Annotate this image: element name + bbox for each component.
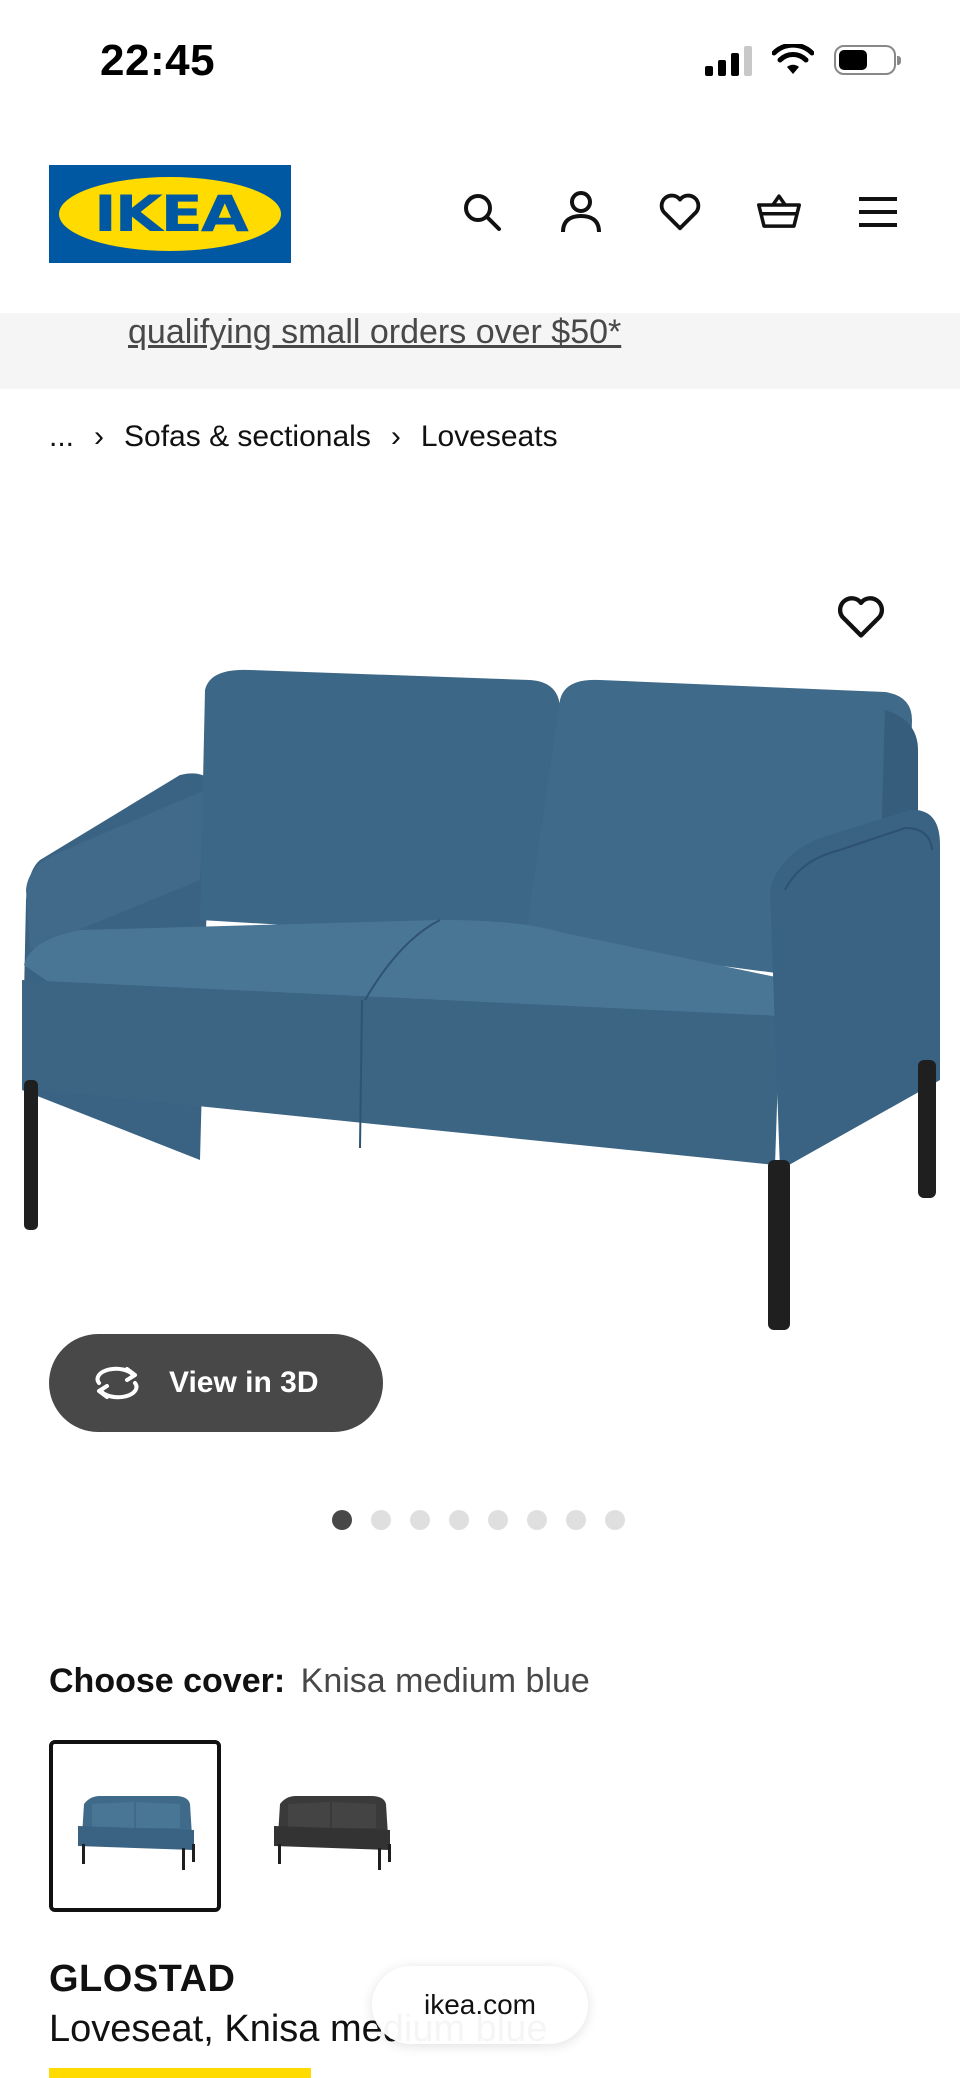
status-time: 22:45 xyxy=(100,36,216,85)
cover-swatches xyxy=(49,1740,417,1912)
promo-link[interactable]: qualifying small orders over $50* xyxy=(128,313,621,352)
choose-cover-line: Choose cover: Knisa medium blue xyxy=(49,1662,590,1701)
rotate-3d-icon xyxy=(95,1366,139,1400)
battery-icon xyxy=(834,45,901,75)
product-name: GLOSTAD xyxy=(49,1958,236,2000)
breadcrumb: ... › Sofas & sectionals › Loveseats xyxy=(49,420,558,454)
chevron-right-icon: › xyxy=(94,420,105,453)
promo-banner: qualifying small orders over $50* xyxy=(0,313,960,389)
carousel-dot[interactable] xyxy=(371,1510,391,1530)
header-actions xyxy=(460,190,900,234)
carousel-dot[interactable] xyxy=(410,1510,430,1530)
view-in-3d-label: View in 3D xyxy=(169,1366,319,1399)
status-icons xyxy=(705,44,901,76)
status-bar: 22:45 xyxy=(0,0,960,120)
favorites-icon[interactable] xyxy=(658,190,702,234)
choose-cover-value: Knisa medium blue xyxy=(300,1662,590,1700)
swatch-knisa-dark-gray[interactable] xyxy=(245,1740,417,1912)
cart-icon[interactable] xyxy=(757,190,801,234)
account-icon[interactable] xyxy=(559,190,603,234)
carousel-dot[interactable] xyxy=(566,1510,586,1530)
cellular-signal-icon xyxy=(705,44,752,76)
breadcrumb-loveseats[interactable]: Loveseats xyxy=(421,420,558,454)
carousel-dot[interactable] xyxy=(527,1510,547,1530)
browser-url-pill[interactable]: ikea.com xyxy=(372,1966,588,2044)
product-image[interactable] xyxy=(0,560,960,1350)
logo-oval: IKEA xyxy=(59,177,281,251)
logo-text: IKEA xyxy=(93,185,249,243)
menu-icon[interactable] xyxy=(856,190,900,234)
price-tag-bar xyxy=(49,2068,311,2078)
view-in-3d-button[interactable]: View in 3D xyxy=(49,1334,383,1432)
carousel-dot[interactable] xyxy=(449,1510,469,1530)
carousel-dot[interactable] xyxy=(332,1510,352,1530)
breadcrumb-ellipsis[interactable]: ... xyxy=(49,420,74,454)
choose-cover-label: Choose cover: xyxy=(49,1662,286,1700)
add-to-favorites-button[interactable] xyxy=(836,594,886,644)
site-header: IKEA xyxy=(0,140,960,290)
swatch-knisa-medium-blue[interactable] xyxy=(49,1740,221,1912)
carousel-dot[interactable] xyxy=(488,1510,508,1530)
carousel-pagination xyxy=(332,1510,625,1530)
search-icon[interactable] xyxy=(460,190,504,234)
ikea-logo[interactable]: IKEA xyxy=(49,165,291,263)
wifi-icon xyxy=(772,44,814,74)
chevron-right-icon: › xyxy=(390,420,401,453)
breadcrumb-sofas-sectionals[interactable]: Sofas & sectionals xyxy=(124,420,371,454)
carousel-dot[interactable] xyxy=(605,1510,625,1530)
